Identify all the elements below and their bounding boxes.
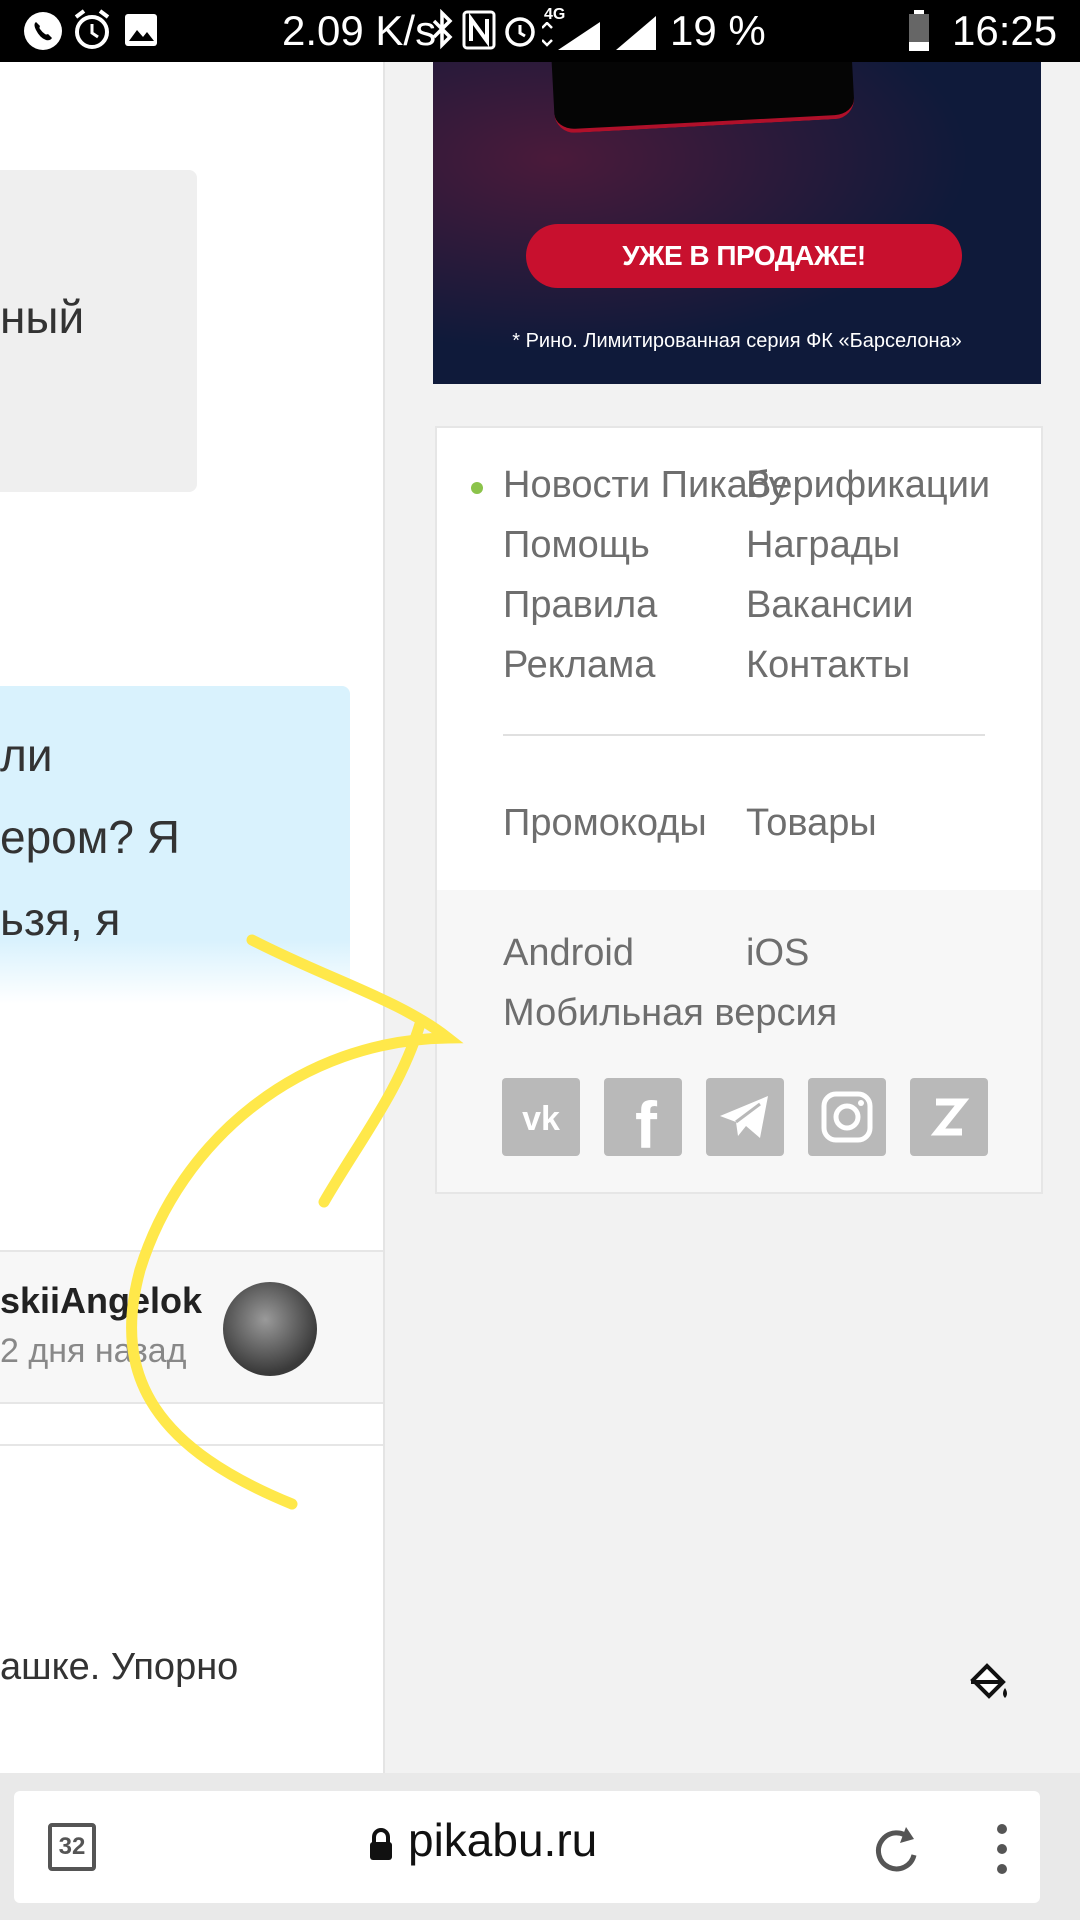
- url-text[interactable]: pikabu.ru: [408, 1813, 597, 1867]
- tab-counter[interactable]: 32: [48, 1823, 96, 1871]
- lock-icon: [370, 1828, 392, 1860]
- refresh-icon[interactable]: [870, 1823, 922, 1875]
- browser-address-bar: 32 pikabu.ru: [0, 1773, 1080, 1920]
- menu-kebab-icon[interactable]: [990, 1819, 1014, 1879]
- hand-drawn-arrow: [126, 934, 464, 1510]
